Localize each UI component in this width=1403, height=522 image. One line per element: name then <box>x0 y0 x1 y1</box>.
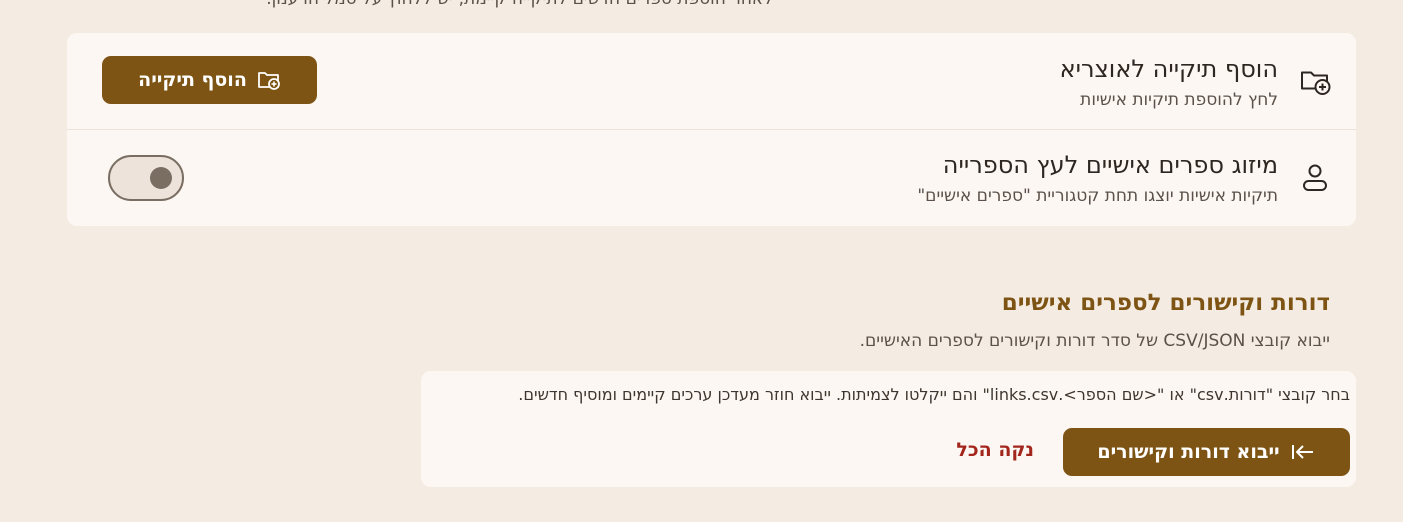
import-button-label: ייבוא דורות וקישורים <box>1097 441 1280 463</box>
add-folder-subtitle: לחץ להוספת תיקיות אישיות <box>1080 90 1278 110</box>
add-folder-button[interactable]: הוסף תיקייה <box>102 56 317 104</box>
top-note: לאחר הוספת ספרים חדשים לתיקייה קיימת, יש… <box>266 0 773 9</box>
merge-books-subtitle: תיקיות אישיות יוצגו תחת קטגוריית "ספרים … <box>917 186 1278 206</box>
personal-folders-card: הוסף תיקייה לאוצריא לחץ להוספת תיקיות אי… <box>67 33 1356 226</box>
merge-books-toggle[interactable] <box>108 155 184 201</box>
add-folder-button-label: הוסף תיקייה <box>138 69 247 91</box>
folder-add-icon <box>257 69 281 91</box>
import-card: בחר קובצי "דורות.csv" או "<שם הספר>.link… <box>421 371 1356 487</box>
person-icon <box>1298 161 1332 195</box>
folder-add-icon <box>1298 63 1332 97</box>
row-divider <box>67 129 1356 130</box>
import-instructions: בחר קובצי "דורות.csv" או "<שם הספר>.link… <box>518 385 1350 404</box>
import-arrow-icon <box>1290 442 1316 462</box>
toggle-knob <box>150 167 172 189</box>
add-folder-title: הוסף תיקייה לאוצריא <box>1059 55 1278 83</box>
clear-all-button[interactable]: נקה הכל <box>956 439 1034 461</box>
import-button[interactable]: ייבוא דורות וקישורים <box>1063 428 1350 476</box>
section-title: דורות וקישורים לספרים אישיים <box>1001 290 1330 316</box>
section-description: ייבוא קובצי CSV/JSON של סדר דורות וקישור… <box>859 331 1330 351</box>
merge-books-title: מיזוג ספרים אישיים לעץ הספרייה <box>942 151 1278 179</box>
